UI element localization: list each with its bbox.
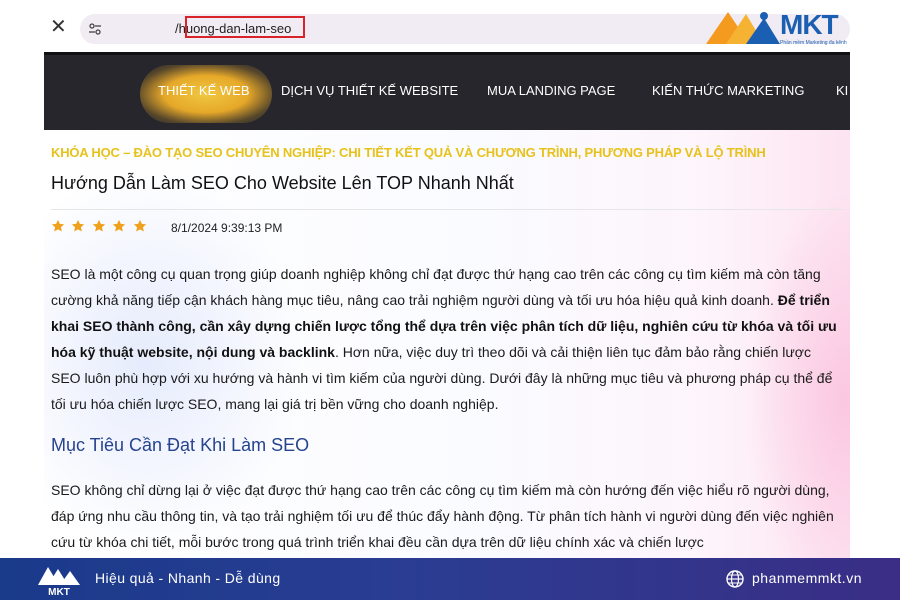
star-icon [133,219,146,232]
intro-text-start: SEO là một công cụ quan trọng giúp doanh… [51,266,821,308]
section-heading: Mục Tiêu Cần Đạt Khi Làm SEO [51,435,310,455]
article-content: KHÓA HỌC – ĐÀO TẠO SEO CHUYÊN NGHIỆP: CH… [44,130,850,558]
site-nav: THIẾT KẾ WEB DỊCH VỤ THIẾT KẾ WEBSITE MU… [44,52,850,133]
nav-item-kien-thuc-marketing[interactable]: KIẾN THỨC MARKETING [652,83,804,98]
mkt-logo-mark-icon [706,12,780,44]
banner-logo-icon: MKT [38,567,80,597]
star-icon [92,219,106,232]
star-icon [51,219,65,232]
nav-item-truncated[interactable]: KI [836,83,848,98]
section-paragraph: SEO không chỉ dừng lại ở việc đạt được t… [51,482,834,550]
close-tab-icon[interactable]: ✕ [50,16,67,36]
banner-website-link[interactable]: phanmemmkt.vn [752,570,862,586]
title-divider [51,209,844,210]
nav-item-thiet-ke-web[interactable]: THIẾT KẾ WEB [158,83,250,98]
browser-toolbar: ✕ /huong-dan-lam-seo MKT Phần mềm Market… [0,0,900,56]
logo-tagline: Phần mềm Marketing đa kênh [780,40,847,46]
banner-tagline: Hiệu quả - Nhanh - Dễ dùng [95,570,281,586]
url-highlight-box [185,16,305,38]
star-icon [113,219,126,232]
nav-item-dich-vu-thiet-ke-website[interactable]: DỊCH VỤ THIẾT KẾ WEBSITE [281,83,458,98]
promo-banner: MKT Hiệu quả - Nhanh - Dễ dùng phanmemmk… [0,558,900,600]
svg-text:MKT: MKT [48,587,70,597]
nav-item-mua-landing-page[interactable]: MUA LANDING PAGE [487,83,615,98]
breadcrumb[interactable]: KHÓA HỌC – ĐÀO TẠO SEO CHUYÊN NGHIỆP: CH… [51,145,766,160]
mkt-logo: MKT Phần mềm Marketing đa kênh [706,6,856,48]
globe-icon [726,570,744,588]
star-icon [72,219,85,232]
logo-name: MKT [780,9,839,40]
site-settings-icon[interactable] [88,22,102,36]
publish-date: 8/1/2024 9:39:13 PM [171,221,283,235]
page-title: Hướng Dẫn Làm SEO Cho Website Lên TOP Nh… [51,173,514,193]
intro-paragraph: SEO là một công cụ quan trọng giúp doanh… [51,261,844,417]
star-rating [51,219,149,237]
